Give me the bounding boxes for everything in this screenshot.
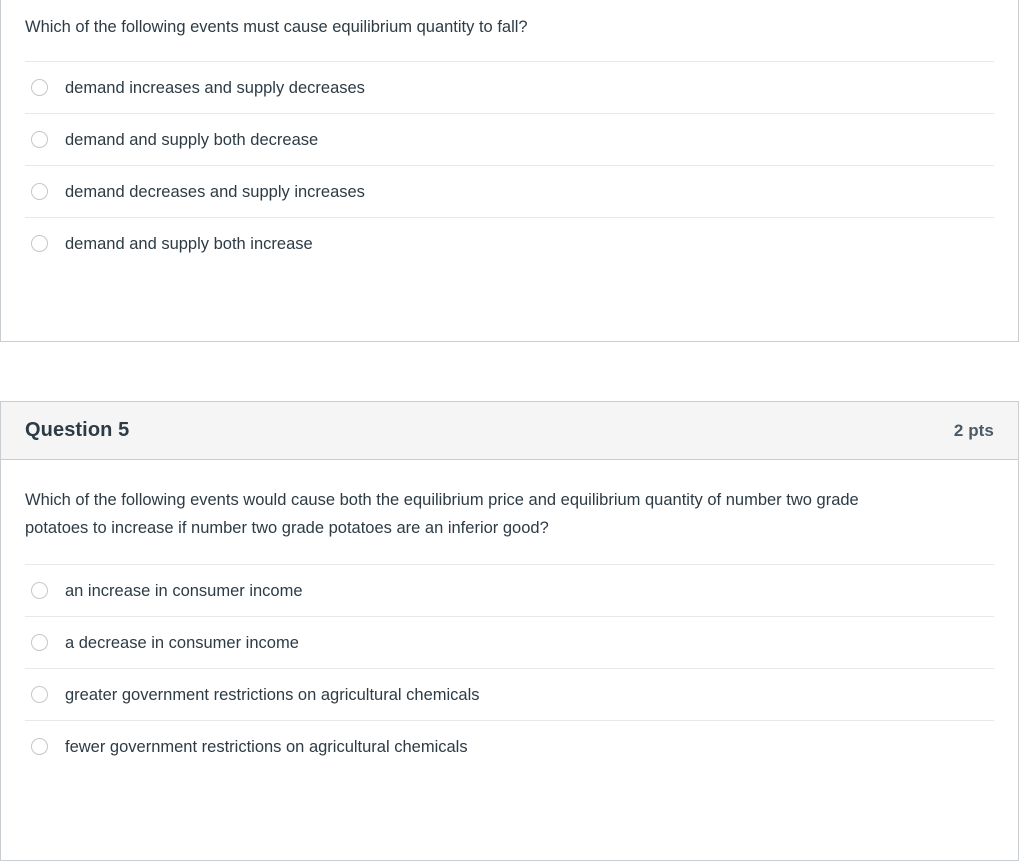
question-body-1: Which of the following events must cause… xyxy=(1,0,1018,41)
question-card-1: Which of the following events must cause… xyxy=(0,0,1019,342)
answer-option[interactable]: demand and supply both increase xyxy=(25,217,994,269)
quiz-page: Which of the following events must cause… xyxy=(0,0,1024,861)
radio-button-icon[interactable] xyxy=(31,582,48,599)
question-prompt: Which of the following events would caus… xyxy=(25,491,859,537)
answer-option[interactable]: demand decreases and supply increases xyxy=(25,165,994,217)
answer-option[interactable]: demand and supply both decrease xyxy=(25,113,994,165)
radio-button-icon[interactable] xyxy=(31,183,48,200)
radio-button-icon[interactable] xyxy=(31,634,48,651)
radio-button-icon[interactable] xyxy=(31,738,48,755)
answer-option-label: fewer government restrictions on agricul… xyxy=(65,737,468,756)
question-points-badge: 2 pts xyxy=(953,420,994,440)
answer-option[interactable]: fewer government restrictions on agricul… xyxy=(25,720,994,772)
answer-option[interactable]: an increase in consumer income xyxy=(25,564,994,616)
radio-button-icon[interactable] xyxy=(31,235,48,252)
question-header: Question 5 2 pts xyxy=(1,402,1018,460)
answer-option[interactable]: greater government restrictions on agric… xyxy=(25,668,994,720)
answer-option[interactable]: a decrease in consumer income xyxy=(25,616,994,668)
answer-options-5: an increase in consumer income a decreas… xyxy=(1,564,1018,772)
answer-option-label: a decrease in consumer income xyxy=(65,633,299,652)
answer-option-label: demand increases and supply decreases xyxy=(65,78,365,97)
answer-option-label: demand and supply both increase xyxy=(65,234,313,253)
answer-option-label: demand and supply both decrease xyxy=(65,130,319,149)
answer-options-1: demand increases and supply decreases de… xyxy=(1,61,1018,269)
answer-option-label: an increase in consumer income xyxy=(65,581,303,600)
question-card-5: Question 5 2 pts Which of the following … xyxy=(0,401,1019,861)
radio-button-icon[interactable] xyxy=(31,131,48,148)
answer-option-label: greater government restrictions on agric… xyxy=(65,685,480,704)
answer-option-label: demand decreases and supply increases xyxy=(65,182,365,201)
question-prompt: Which of the following events must cause… xyxy=(25,18,528,36)
answer-option[interactable]: demand increases and supply decreases xyxy=(25,61,994,113)
radio-button-icon[interactable] xyxy=(31,686,48,703)
question-title: Question 5 xyxy=(25,419,130,441)
radio-button-icon[interactable] xyxy=(31,79,48,96)
question-body-5: Which of the following events would caus… xyxy=(1,460,1018,542)
